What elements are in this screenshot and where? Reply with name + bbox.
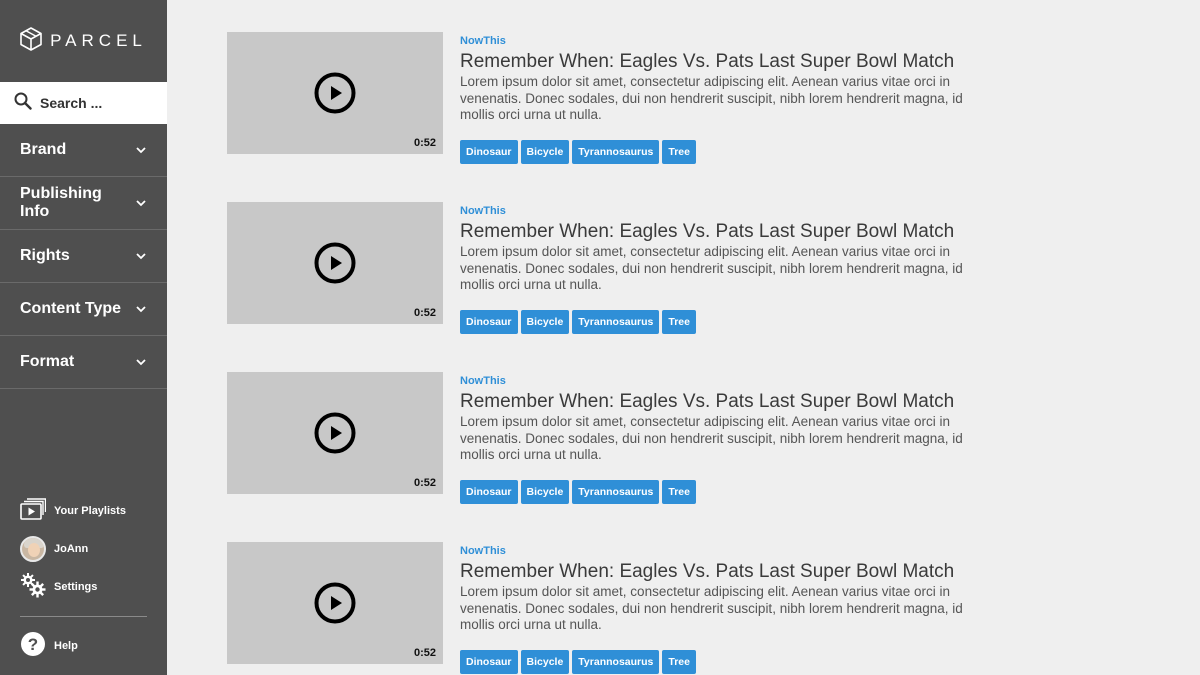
video-list: 0:52 NowThis Remember When: Eagles Vs. P… — [167, 0, 1200, 675]
tag-tyrannosaurus[interactable]: Tyrannosaurus — [572, 479, 660, 504]
filter-label: Rights — [20, 247, 70, 264]
chevron-down-icon — [135, 144, 147, 156]
video-info: NowThis Remember When: Eagles Vs. Pats L… — [460, 542, 980, 674]
video-thumbnail[interactable]: 0:52 — [227, 542, 443, 664]
tag-tree[interactable]: Tree — [662, 479, 696, 504]
app-logo[interactable]: PARCEL — [0, 0, 167, 82]
video-card: 0:52 NowThis Remember When: Eagles Vs. P… — [227, 32, 987, 172]
filter-label: Brand — [20, 141, 67, 158]
tag-tree[interactable]: Tree — [662, 139, 696, 164]
sidebar: PARCEL Search ... Brand Publishing Info … — [0, 0, 167, 675]
tag-dinosaur[interactable]: Dinosaur — [460, 139, 518, 164]
video-title[interactable]: Remember When: Eagles Vs. Pats Last Supe… — [460, 50, 980, 73]
tag-bicycle[interactable]: Bicycle — [520, 309, 570, 334]
chevron-down-icon — [135, 197, 147, 209]
search-input[interactable]: Search ... — [0, 82, 167, 124]
video-description: Lorem ipsum dolor sit amet, consectetur … — [460, 584, 963, 632]
video-title[interactable]: Remember When: Eagles Vs. Pats Last Supe… — [460, 220, 980, 243]
search-placeholder: Search ... — [40, 95, 103, 111]
filter-rights[interactable]: Rights — [0, 230, 167, 283]
search-icon — [14, 92, 32, 115]
video-thumbnail[interactable]: 0:52 — [227, 32, 443, 154]
cube-logo-icon — [20, 26, 42, 56]
tag-tree[interactable]: Tree — [662, 309, 696, 334]
video-duration: 0:52 — [413, 307, 436, 319]
video-brand-link[interactable]: NowThis — [460, 375, 980, 387]
video-thumbnail[interactable]: 0:52 — [227, 372, 443, 494]
avatar — [20, 536, 46, 562]
tag-bicycle[interactable]: Bicycle — [520, 139, 570, 164]
video-info: NowThis Remember When: Eagles Vs. Pats L… — [460, 202, 980, 334]
video-brand-link[interactable]: NowThis — [460, 205, 980, 217]
filter-format[interactable]: Format — [0, 336, 167, 389]
video-title[interactable]: Remember When: Eagles Vs. Pats Last Supe… — [460, 390, 980, 413]
playlist-icon — [20, 497, 47, 525]
play-icon — [314, 242, 356, 284]
video-description: Lorem ipsum dolor sit amet, consectetur … — [460, 414, 963, 462]
filter-list: Brand Publishing Info Rights Content Typ… — [0, 124, 167, 389]
video-brand-link[interactable]: NowThis — [460, 545, 980, 557]
play-icon — [314, 582, 356, 624]
svg-text:?: ? — [28, 635, 38, 654]
tag-tyrannosaurus[interactable]: Tyrannosaurus — [572, 139, 660, 164]
tag-tyrannosaurus[interactable]: Tyrannosaurus — [572, 649, 660, 674]
video-card: 0:52 NowThis Remember When: Eagles Vs. P… — [227, 202, 987, 342]
video-duration: 0:52 — [413, 477, 436, 489]
tag-dinosaur[interactable]: Dinosaur — [460, 479, 518, 504]
tag-bicycle[interactable]: Bicycle — [520, 479, 570, 504]
tag-list: Dinosaur Bicycle Tyrannosaurus Tree — [460, 479, 980, 504]
user-name: JoAnn — [54, 543, 89, 555]
tag-list: Dinosaur Bicycle Tyrannosaurus Tree — [460, 649, 980, 674]
settings-link[interactable]: Settings — [0, 572, 167, 603]
video-description: Lorem ipsum dolor sit amet, consectetur … — [460, 244, 963, 292]
video-title[interactable]: Remember When: Eagles Vs. Pats Last Supe… — [460, 560, 980, 583]
help-label: Help — [54, 640, 78, 652]
video-description: Lorem ipsum dolor sit amet, consectetur … — [460, 74, 963, 122]
tag-list: Dinosaur Bicycle Tyrannosaurus Tree — [460, 139, 980, 164]
play-icon — [314, 412, 356, 454]
sidebar-divider — [20, 616, 147, 617]
video-duration: 0:52 — [413, 137, 436, 149]
filter-brand[interactable]: Brand — [0, 124, 167, 177]
chevron-down-icon — [135, 356, 147, 368]
settings-label: Settings — [54, 581, 98, 593]
gear-icon — [20, 572, 46, 603]
video-thumbnail[interactable]: 0:52 — [227, 202, 443, 324]
help-icon: ? — [20, 631, 46, 662]
filter-publishing-info[interactable]: Publishing Info — [0, 177, 167, 230]
filter-content-type[interactable]: Content Type — [0, 283, 167, 336]
tag-dinosaur[interactable]: Dinosaur — [460, 309, 518, 334]
help-link[interactable]: ? Help — [0, 631, 167, 662]
chevron-down-icon — [135, 303, 147, 315]
video-brand-link[interactable]: NowThis — [460, 35, 980, 47]
video-card: 0:52 NowThis Remember When: Eagles Vs. P… — [227, 372, 987, 512]
filter-label: Content Type — [20, 300, 122, 317]
video-card: 0:52 NowThis Remember When: Eagles Vs. P… — [227, 542, 987, 675]
your-playlists-link[interactable]: Your Playlists — [0, 497, 167, 525]
user-profile-link[interactable]: JoAnn — [0, 536, 167, 562]
video-info: NowThis Remember When: Eagles Vs. Pats L… — [460, 372, 980, 504]
tag-tyrannosaurus[interactable]: Tyrannosaurus — [572, 309, 660, 334]
play-icon — [314, 72, 356, 114]
chevron-down-icon — [135, 250, 147, 262]
playlists-label: Your Playlists — [54, 505, 126, 517]
tag-bicycle[interactable]: Bicycle — [520, 649, 570, 674]
tag-tree[interactable]: Tree — [662, 649, 696, 674]
video-duration: 0:52 — [413, 647, 436, 659]
tag-dinosaur[interactable]: Dinosaur — [460, 649, 518, 674]
filter-label: Format — [20, 353, 75, 370]
logo-text: PARCEL — [50, 31, 147, 50]
filter-label: Publishing Info — [20, 185, 102, 220]
tag-list: Dinosaur Bicycle Tyrannosaurus Tree — [460, 309, 980, 334]
video-info: NowThis Remember When: Eagles Vs. Pats L… — [460, 32, 980, 164]
